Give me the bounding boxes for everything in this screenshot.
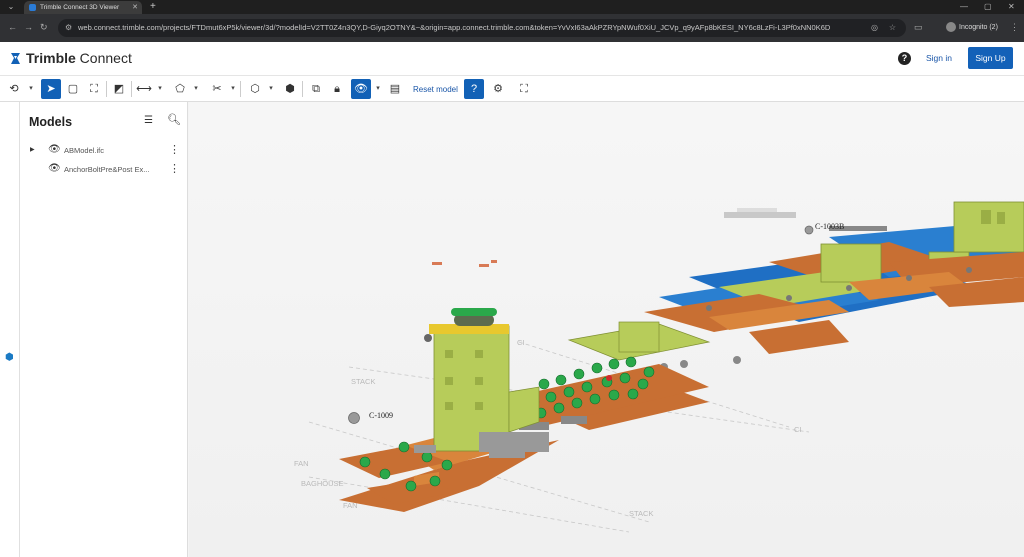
left-rail: ⬢ [0, 102, 20, 557]
model-name: AnchorBoltPre&Post Ex... [64, 165, 150, 174]
model-render: STACK FAN BAGHOUSE CI FAN STACK CI C-100… [294, 201, 1024, 533]
clip-scissors-icon[interactable]: ✂ [207, 79, 227, 99]
browser-menu-icon[interactable]: ⋮ [1010, 22, 1019, 33]
toolbar-separator [302, 81, 303, 97]
url-field[interactable]: ⚙ web.connect.trimble.com/projects/FTDmu… [58, 19, 906, 37]
app-header: Trimble Connect ? Sign in Sign Up [0, 42, 1024, 76]
maximize-icon[interactable]: ▢ [984, 0, 992, 13]
more-options-icon[interactable]: ⋮ [169, 143, 180, 156]
reset-model-button[interactable]: Reset model [413, 85, 458, 94]
site-info-icon[interactable]: ⚙ [65, 19, 72, 37]
floating-fragments [432, 260, 497, 267]
grid-marker-icon[interactable] [804, 225, 814, 235]
select-pointer-icon[interactable]: ➤ [41, 79, 61, 99]
tower-building [339, 308, 559, 512]
grid-label: CI [794, 425, 802, 434]
compare-icon[interactable]: ⧉ [306, 79, 326, 99]
measure-dropdown-icon[interactable]: ▾ [156, 79, 164, 99]
model-list-item[interactable]: 👁︎ AnchorBoltPre&Post Ex... ⋮ [20, 161, 188, 179]
expand-arrow-icon[interactable]: ▶ [30, 146, 35, 153]
forward-icon[interactable]: → [24, 22, 33, 32]
address-bar-row: ← → ↻ ⚙ web.connect.trimble.com/projects… [0, 14, 1024, 42]
help-icon[interactable]: ? [898, 52, 911, 65]
grid-label: STACK [351, 377, 375, 386]
close-tab-icon[interactable]: ✕ [132, 1, 138, 14]
section-box-icon[interactable]: ⛶ [84, 79, 104, 99]
help-shield-icon[interactable]: ? [464, 79, 484, 99]
browser-tab[interactable]: Trimble Connect 3D Viewer ✕ [24, 1, 142, 14]
toolbar-separator [131, 81, 132, 97]
viewer-toolbar: ⟲ ▾ ➤ ▢ ⛶ ◩ ⟷ ▾ ⬠ ▾ ✂ ▾ ⬡ ▾ ⬢ ⧉ 🔒︎ 👁︎ ▾ … [0, 76, 1024, 102]
model-list-item[interactable]: ▶ 👁︎ ABModel.ifc ⋮ [20, 142, 188, 160]
reload-icon[interactable]: ↻ [40, 22, 48, 33]
grid-label: CI [517, 338, 525, 347]
ortho-cube-icon[interactable]: ⬢ [280, 79, 300, 99]
browser-tab-strip: ⌄ Trimble Connect 3D Viewer ✕ + — ▢ ✕ [0, 0, 1024, 14]
models-panel: Models ☰ 🔍︎ ▶ 👁︎ ABModel.ifc ⋮ 👁︎ Anchor… [20, 102, 188, 557]
sort-icon[interactable]: ☰ [144, 115, 153, 126]
minimize-icon[interactable]: — [960, 0, 968, 13]
bookmark-star-icon[interactable]: ☆ [889, 19, 896, 37]
grid-marker-icon[interactable] [348, 412, 360, 424]
element-label: C-1009 [369, 411, 393, 420]
visibility-eye-icon[interactable]: 👁︎ [351, 79, 371, 99]
models-panel-title: Models [29, 115, 73, 129]
markup-dropdown-icon[interactable]: ▾ [192, 79, 200, 99]
lock-icon[interactable]: 🔒︎ [327, 79, 347, 99]
sign-up-button[interactable]: Sign Up [968, 47, 1013, 69]
new-tab-icon[interactable]: + [150, 0, 156, 13]
grid-label: BAGHOUSE [301, 479, 344, 488]
brand-name: Trimble Connect [26, 50, 132, 66]
eye-icon[interactable]: 👁︎ [48, 164, 61, 174]
fit-view-icon[interactable]: ◩ [109, 79, 129, 99]
tab-search-icon[interactable]: ⌄ [3, 2, 19, 12]
incognito-label: Incognito (2) [959, 24, 998, 31]
cast-icon[interactable]: ▭ [914, 22, 923, 33]
incognito-badge[interactable]: Incognito (2) [946, 20, 998, 36]
model-name: ABModel.ifc [64, 146, 105, 155]
properties-panel-icon[interactable]: ▤ [385, 79, 405, 99]
eye-off-icon[interactable]: ◎ [871, 19, 878, 37]
view-dropdown-icon[interactable]: ▾ [267, 79, 275, 99]
back-icon[interactable]: ← [8, 22, 17, 32]
clip-dropdown-icon[interactable]: ▾ [229, 79, 237, 99]
trimble-logo-icon [11, 53, 20, 64]
settings-gear-icon[interactable]: ⚙ [488, 79, 508, 99]
toolbar-separator [106, 81, 107, 97]
eye-icon[interactable]: 👁︎ [48, 145, 61, 155]
more-options-icon[interactable]: ⋮ [169, 162, 180, 175]
box-select-icon[interactable]: ▢ [63, 79, 83, 99]
markup-shape-icon[interactable]: ⬠ [170, 79, 190, 99]
grid-label: STACK [629, 509, 653, 518]
search-icon[interactable]: 🔍︎ [167, 113, 181, 126]
toolbar-separator [240, 81, 241, 97]
close-window-icon[interactable]: ✕ [1008, 0, 1015, 13]
orbit-dropdown-icon[interactable]: ▾ [27, 79, 35, 99]
3d-viewport[interactable]: STACK FAN BAGHOUSE CI FAN STACK CI C-100… [189, 102, 1024, 557]
url-text: web.connect.trimble.com/projects/FTDmut6… [78, 23, 831, 32]
orbit-icon[interactable]: ⟲ [4, 79, 24, 99]
sign-in-link[interactable]: Sign in [926, 53, 952, 63]
element-label: C-1003B [815, 222, 844, 231]
visibility-dropdown-icon[interactable]: ▾ [374, 79, 382, 99]
measure-icon[interactable]: ⟷ [134, 79, 154, 99]
fullscreen-icon[interactable]: ⛶ [514, 79, 534, 99]
tab-title: Trimble Connect 3D Viewer [40, 4, 120, 11]
grid-label: FAN [294, 459, 309, 468]
tab-favicon-icon [29, 4, 36, 11]
models-cube-icon[interactable]: ⬢ [5, 353, 15, 363]
incognito-icon [946, 22, 956, 33]
view-cube-icon[interactable]: ⬡ [245, 79, 265, 99]
